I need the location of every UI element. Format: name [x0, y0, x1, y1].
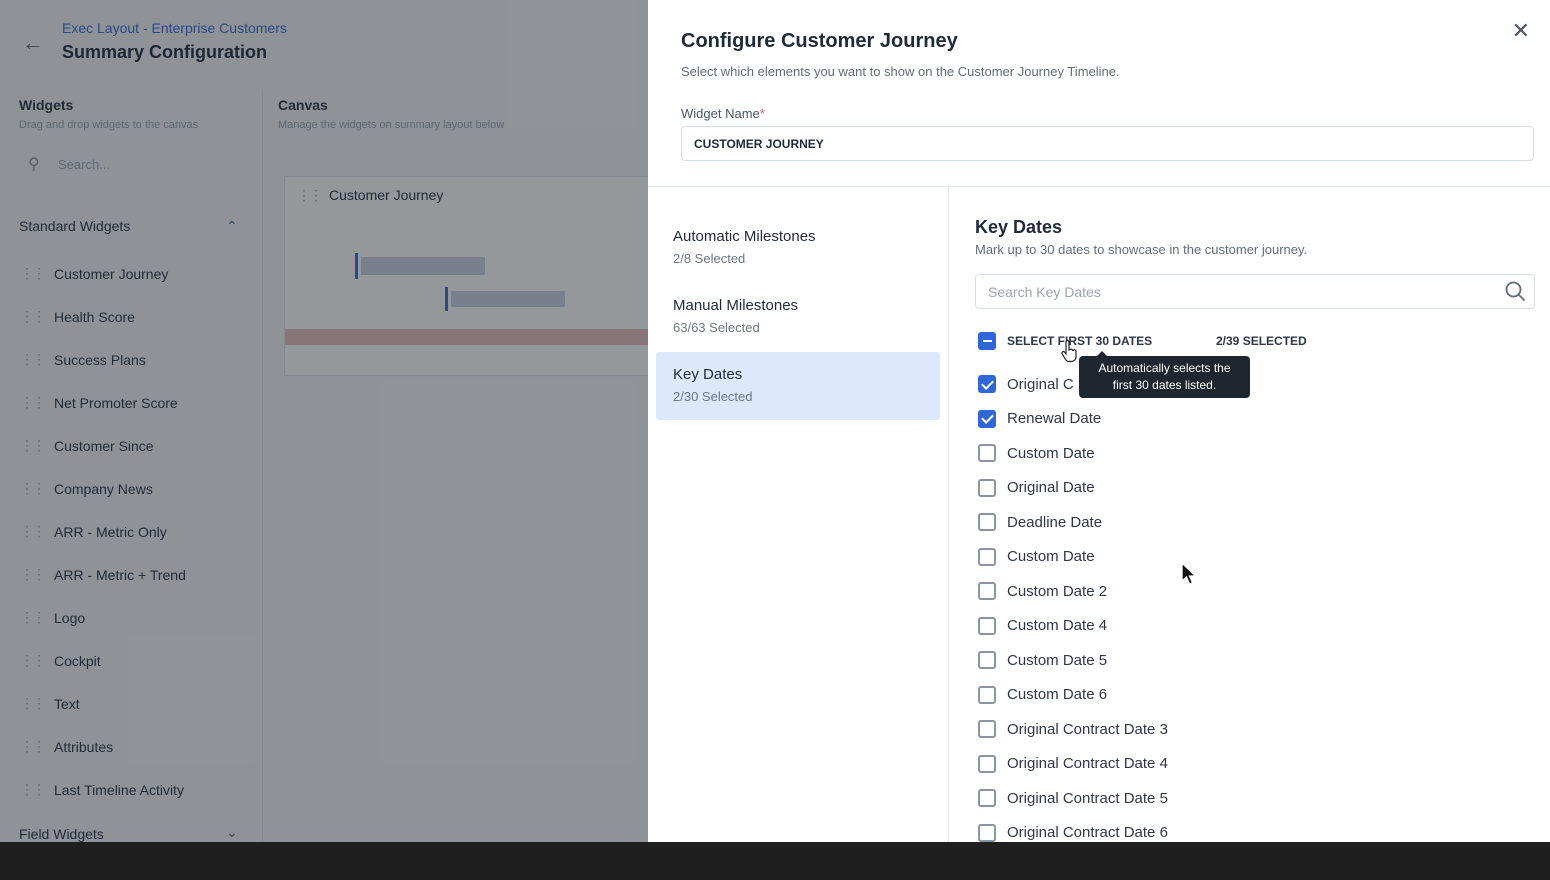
- key-dates-search-input[interactable]: Search Key Dates: [975, 274, 1535, 309]
- category-automatic-milestones[interactable]: Automatic Milestones 2/8 Selected: [656, 214, 940, 282]
- key-date-label: Custom Date 6: [1007, 686, 1108, 704]
- screen: ← Exec Layout - Enterprise Customers Sum…: [0, 0, 1550, 842]
- key-dates-title: Key Dates: [975, 217, 1063, 237]
- key-dates-subtitle: Mark up to 30 dates to showcase in the c…: [975, 242, 1308, 257]
- modal-divider: [648, 186, 1550, 187]
- key-date-item[interactable]: Renewal Date: [978, 402, 1518, 437]
- close-icon[interactable]: ✕: [1512, 18, 1530, 44]
- key-date-checkbox[interactable]: [978, 754, 996, 773]
- category-label: Key Dates: [673, 366, 743, 383]
- key-date-label: Original Contract Date 5: [1007, 789, 1168, 807]
- key-date-checkbox[interactable]: [978, 720, 996, 739]
- category-manual-milestones[interactable]: Manual Milestones 63/63 Selected: [656, 283, 940, 351]
- select-first-30-checkbox[interactable]: [978, 332, 996, 350]
- key-date-checkbox[interactable]: [978, 823, 996, 842]
- category-label: Automatic Milestones: [673, 228, 816, 245]
- key-date-checkbox[interactable]: [978, 616, 996, 635]
- key-date-item[interactable]: Custom Date: [978, 540, 1518, 575]
- key-date-checkbox[interactable]: [978, 444, 996, 463]
- category-status: 2/8 Selected: [673, 251, 746, 266]
- key-date-label: Original Contract Date 3: [1007, 720, 1168, 738]
- selected-count: 2/39 SELECTED: [1216, 334, 1307, 348]
- key-date-label: Custom Date: [1007, 548, 1095, 566]
- key-date-item[interactable]: Original Contract Date 5: [978, 781, 1518, 816]
- key-date-label: Original Contract Date 4: [1007, 755, 1168, 773]
- widget-name-label: Widget Name*: [681, 106, 765, 121]
- key-date-item[interactable]: Custom Date 4: [978, 609, 1518, 644]
- key-date-checkbox[interactable]: [978, 789, 996, 808]
- key-date-item[interactable]: Deadline Date: [978, 505, 1518, 540]
- key-date-label: Original C: [1007, 375, 1074, 393]
- letterbox-bar: [0, 842, 1550, 880]
- modal-column-divider: [948, 186, 949, 842]
- key-date-item[interactable]: Custom Date 2: [978, 574, 1518, 609]
- search-icon[interactable]: [1504, 280, 1526, 302]
- category-key-dates[interactable]: Key Dates 2/30 Selected: [656, 352, 940, 420]
- key-date-label: Custom Date 4: [1007, 617, 1108, 635]
- key-date-label: Deadline Date: [1007, 513, 1103, 531]
- key-date-item[interactable]: Custom Date: [978, 436, 1518, 471]
- modal-subtitle: Select which elements you want to show o…: [681, 64, 1120, 79]
- select-first-tooltip: Automatically selects the first 30 dates…: [1079, 351, 1250, 398]
- tooltip-line-1: Automatically selects the: [1098, 361, 1231, 375]
- key-date-checkbox[interactable]: [978, 685, 996, 704]
- key-dates-list: Original C Renewal Date Custom Date Origina…: [978, 367, 1518, 842]
- category-label: Manual Milestones: [673, 297, 799, 314]
- key-date-checkbox[interactable]: [978, 513, 996, 532]
- widget-name-input[interactable]: [681, 126, 1534, 161]
- key-date-label: Custom Date 5: [1007, 651, 1108, 669]
- key-date-label: Custom Date 2: [1007, 582, 1108, 600]
- key-date-label: Custom Date: [1007, 444, 1095, 462]
- key-date-label: Original Contract Date 6: [1007, 824, 1168, 842]
- key-date-checkbox[interactable]: [978, 478, 996, 497]
- tooltip-line-2: first 30 dates listed.: [1112, 378, 1217, 392]
- hand-cursor-icon: [1061, 340, 1077, 363]
- configure-customer-journey-modal: Configure Customer Journey Select which …: [648, 0, 1550, 842]
- widget-name-label-text: Widget Name: [681, 106, 760, 121]
- modal-backdrop[interactable]: [0, 0, 648, 842]
- key-date-checkbox[interactable]: [978, 375, 996, 394]
- key-date-item[interactable]: Custom Date 5: [978, 643, 1518, 678]
- key-date-checkbox[interactable]: [978, 409, 996, 428]
- key-date-item[interactable]: Custom Date 6: [978, 678, 1518, 713]
- search-placeholder: Search Key Dates: [988, 284, 1101, 300]
- key-date-item[interactable]: Original Contract Date 6: [978, 816, 1518, 843]
- key-date-item[interactable]: Original Contract Date 4: [978, 747, 1518, 782]
- key-date-item[interactable]: Original Date: [978, 471, 1518, 506]
- select-first-30-label: SELECT FIRST 30 DATES: [1007, 334, 1153, 348]
- category-status: 2/30 Selected: [673, 389, 753, 404]
- key-date-checkbox[interactable]: [978, 582, 996, 601]
- modal-title: Configure Customer Journey: [681, 30, 958, 52]
- category-status: 63/63 Selected: [673, 320, 760, 335]
- key-date-item[interactable]: Original Contract Date 3: [978, 712, 1518, 747]
- key-date-label: Renewal Date: [1007, 410, 1102, 428]
- key-date-checkbox[interactable]: [978, 547, 996, 566]
- arrow-cursor-icon: [1181, 562, 1198, 585]
- key-date-label: Original Date: [1007, 479, 1095, 497]
- key-date-checkbox[interactable]: [978, 651, 996, 670]
- required-mark: *: [759, 106, 765, 121]
